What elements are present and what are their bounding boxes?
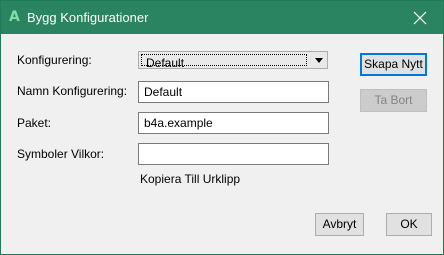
package-label: Paket:	[17, 116, 52, 130]
ok-button[interactable]: OK	[386, 213, 432, 236]
title-bar: A Bygg Konfigurationer	[1, 1, 443, 34]
symbols-field[interactable]	[138, 143, 329, 165]
close-button[interactable]	[397, 1, 443, 34]
app-icon: A	[9, 9, 20, 25]
name-field[interactable]: Default	[138, 81, 329, 103]
close-icon	[413, 11, 427, 25]
cancel-button[interactable]: Avbryt	[315, 213, 364, 236]
copy-to-clipboard-link[interactable]: Kopiera Till Urklipp	[140, 172, 240, 186]
config-dropdown-focus: Default	[141, 54, 307, 70]
chevron-down-icon	[315, 58, 323, 63]
symbols-label: Symboler Vilkor:	[17, 147, 105, 161]
name-label: Namn Konfigurering:	[17, 84, 128, 98]
remove-button[interactable]: Ta Bort	[360, 89, 427, 112]
dialog-body: Konfigurering: Default Namn Konfigurerin…	[1, 34, 443, 254]
create-new-button[interactable]: Skapa Nytt	[360, 53, 427, 76]
config-dropdown[interactable]: Default	[138, 51, 328, 70]
package-field[interactable]: b4a.example	[138, 112, 329, 134]
config-label: Konfigurering:	[17, 53, 92, 67]
config-selected-value: Default	[146, 56, 185, 70]
window-title: Bygg Konfigurationer	[27, 10, 149, 25]
build-configurations-dialog: A Bygg Konfigurationer Konfigurering: De…	[0, 0, 444, 255]
